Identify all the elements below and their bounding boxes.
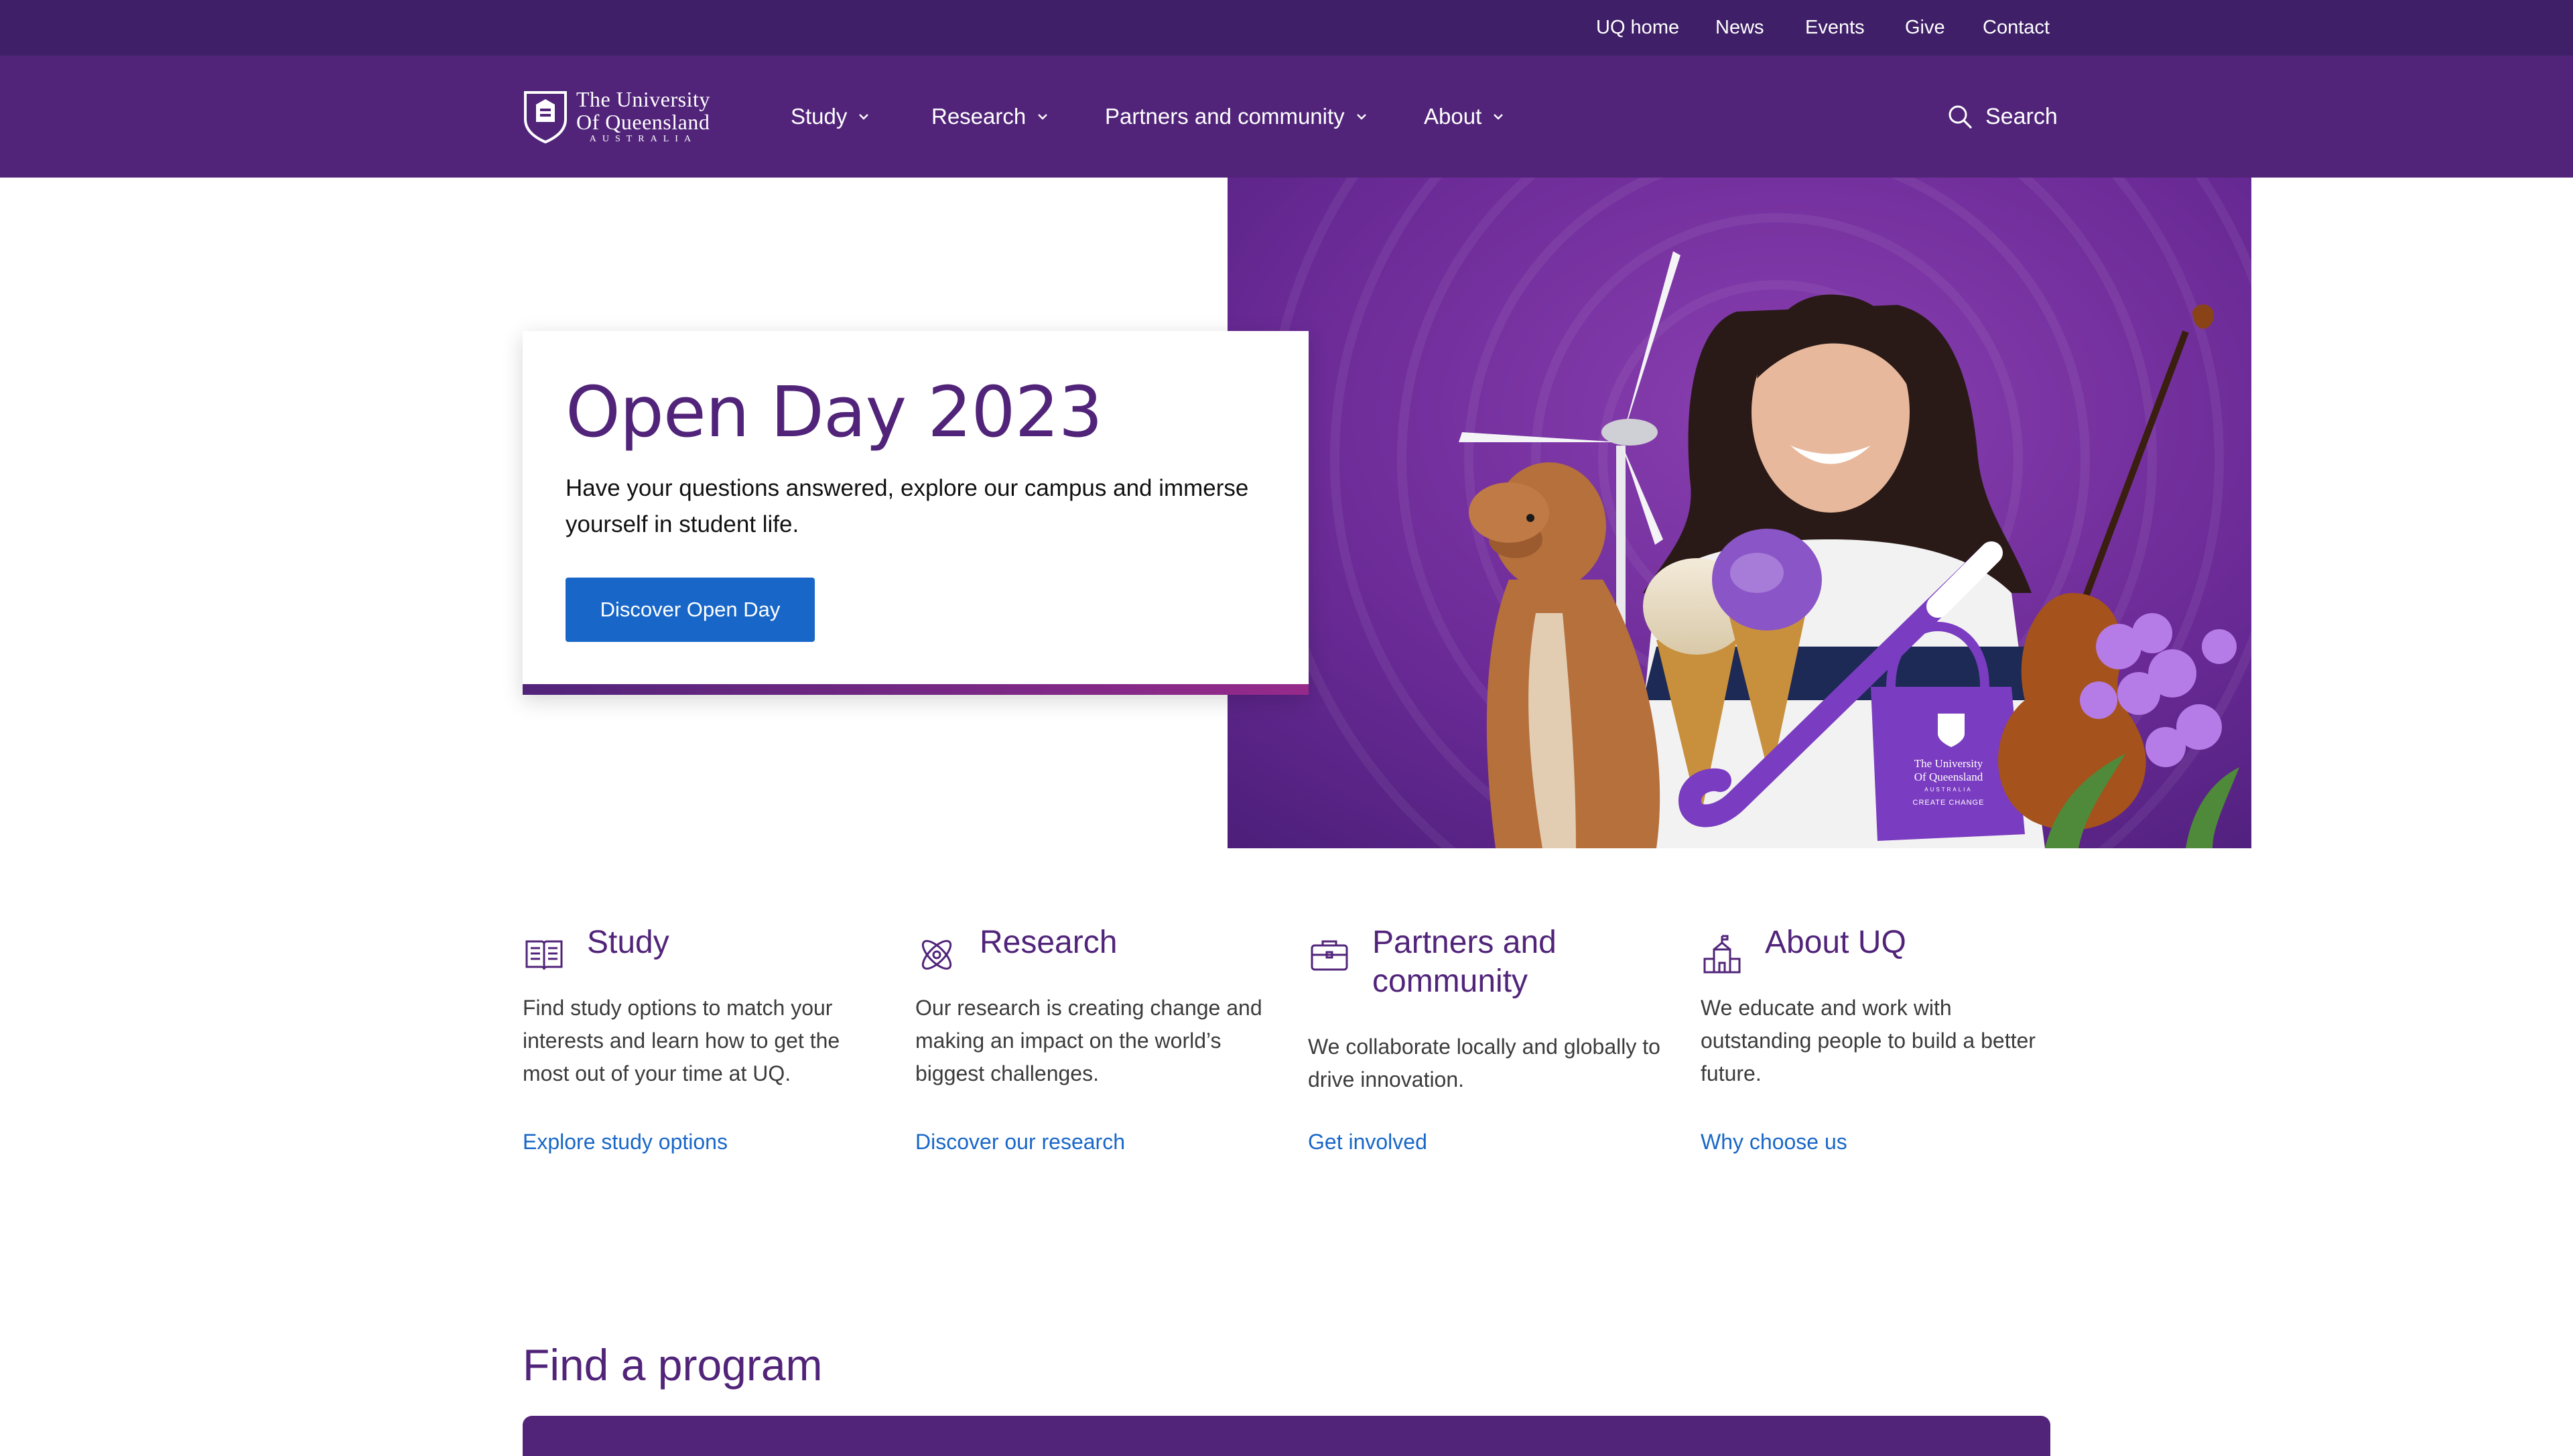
nav-item-about[interactable]: About [1424, 56, 1504, 178]
hero-description: Have your questions answered, explore ou… [566, 475, 1249, 537]
search-label: Search [1985, 103, 2058, 129]
main-navigation: The University Of Queensland AUSTRALIA S… [0, 56, 2573, 178]
card-title: About UQ [1765, 925, 1906, 960]
uq-logo[interactable]: The University Of Queensland AUSTRALIA [523, 88, 710, 145]
nav-item-label: Research [931, 104, 1027, 129]
utility-link-news[interactable]: News [1715, 0, 1764, 56]
card-title: Research [980, 925, 1118, 960]
search-button[interactable]: Search [1947, 56, 2058, 178]
bag-text-line-3: AUSTRALIA [1924, 787, 1972, 793]
card-description: We educate and work with outstanding peo… [1701, 996, 2036, 1085]
bag-text-line-2: Of Queensland [1914, 771, 1983, 783]
utility-link-events[interactable]: Events [1805, 0, 1865, 56]
chevron-down-icon [1494, 114, 1504, 120]
utility-link-contact[interactable]: Contact [1983, 0, 2050, 56]
hero-card-accent-bar [523, 684, 1309, 695]
uq-crest-icon [524, 91, 567, 143]
search-icon [1949, 105, 1972, 129]
why-choose-us-link[interactable]: Why choose us [1701, 1130, 1847, 1154]
discover-open-day-button[interactable]: Discover Open Day [566, 578, 815, 642]
nav-item-research[interactable]: Research [931, 56, 1049, 178]
briefcase-icon [1311, 940, 1348, 971]
hero-image: The University Of Queensland AUSTRALIA C… [1228, 178, 2251, 848]
get-involved-link[interactable]: Get involved [1308, 1130, 1427, 1154]
campus-building-icon [1703, 935, 1741, 974]
chevron-down-icon [1038, 114, 1048, 120]
nav-item-label: Partners and community [1105, 104, 1345, 129]
chevron-down-icon [1356, 114, 1366, 120]
open-book-icon [525, 940, 563, 970]
nav-item-label: Study [791, 104, 848, 129]
bag-text-line-4: CREATE CHANGE [1913, 799, 1985, 807]
nav-item-study[interactable]: Study [791, 56, 870, 178]
logo-line-1: The University [576, 87, 710, 111]
card-title: Partners and community [1372, 925, 1557, 999]
hero-title: Open Day 2023 [566, 371, 1103, 453]
logo-line-3: AUSTRALIA [589, 134, 698, 144]
find-a-program-heading: Find a program [523, 1340, 823, 1390]
utility-bar: UQ home News Events Give Contact [0, 0, 2573, 56]
utility-link-give[interactable]: Give [1905, 0, 1945, 56]
find-a-program-panel [523, 1416, 2050, 1456]
card-description: Find study options to match your interes… [523, 996, 840, 1085]
logo-line-2: Of Queensland [576, 110, 710, 134]
nav-item-label: About [1424, 104, 1482, 129]
atom-icon [921, 939, 952, 970]
discover-our-research-link[interactable]: Discover our research [915, 1130, 1125, 1154]
chevron-down-icon [859, 114, 869, 120]
card-description: Our research is creating change and maki… [915, 996, 1262, 1085]
explore-study-options-link[interactable]: Explore study options [523, 1130, 728, 1154]
hero-card: Open Day 2023 Have your questions answer… [523, 331, 1309, 695]
card-description: We collaborate locally and globally to d… [1308, 1035, 1660, 1091]
bag-text-line-1: The University [1914, 757, 1983, 770]
nav-item-partners[interactable]: Partners and community [1105, 56, 1368, 178]
utility-link-uq-home[interactable]: UQ home [1596, 0, 1679, 56]
card-title: Study [587, 925, 669, 960]
open-day-collage-image: The University Of Queensland AUSTRALIA C… [1228, 178, 2251, 848]
